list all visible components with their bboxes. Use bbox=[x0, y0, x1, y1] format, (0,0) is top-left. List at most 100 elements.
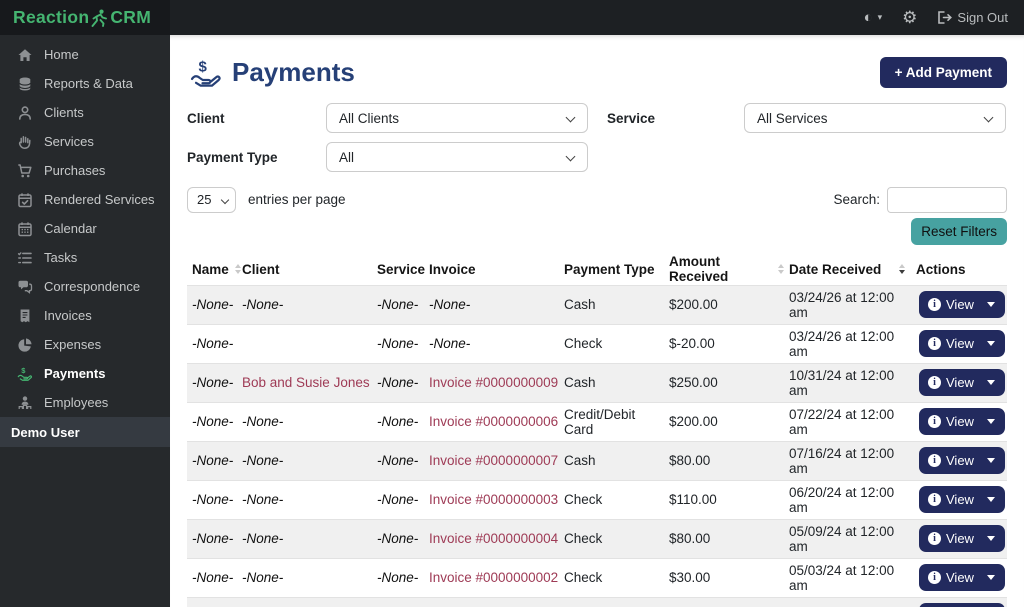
search-area: Search: bbox=[833, 186, 1007, 213]
invoice-link[interactable]: Invoice #0000000009 bbox=[429, 375, 558, 390]
chevron-down-icon bbox=[565, 112, 576, 123]
sidebar-item-purchases[interactable]: Purchases bbox=[0, 156, 170, 185]
cell-amount: $250.00 bbox=[669, 375, 718, 390]
sidebar-item-services[interactable]: Services bbox=[0, 127, 170, 156]
cell-name: -None- bbox=[192, 531, 234, 546]
hand-dollar-icon: $ bbox=[190, 58, 223, 88]
cell-invoice: Invoice #0000000004 bbox=[424, 519, 559, 558]
cell-date: 06/20/24 at 12:00 am bbox=[789, 484, 895, 515]
sidebar-nav: Home Reports & Data Clients Services Purchas… bbox=[0, 35, 170, 417]
settings-button[interactable]: ⚙ bbox=[902, 9, 917, 26]
column-header-actions: Actions bbox=[916, 261, 966, 277]
view-button[interactable]: iView bbox=[919, 291, 1005, 318]
invoice-link[interactable]: Invoice #0000000006 bbox=[429, 414, 558, 429]
column-header-amount-received[interactable]: Amount Received bbox=[664, 254, 784, 285]
sort-icon[interactable] bbox=[899, 264, 905, 275]
caret-down-icon[interactable] bbox=[986, 302, 995, 307]
cell-date: 07/22/24 at 12:00 am bbox=[789, 406, 895, 437]
client-link[interactable]: Bob and Susie Jones bbox=[242, 375, 370, 390]
column-header-date-received[interactable]: Date Received bbox=[784, 254, 911, 285]
service-select[interactable]: All Services bbox=[744, 103, 1006, 133]
invoice-link[interactable]: Invoice #0000000007 bbox=[429, 453, 558, 468]
caret-down-icon[interactable] bbox=[986, 575, 995, 580]
invoice-link[interactable]: Invoice #0000000004 bbox=[429, 531, 558, 546]
cell-name bbox=[187, 597, 237, 607]
cell-payment-type: Check bbox=[564, 531, 603, 546]
page-title-text: Payments bbox=[232, 57, 355, 87]
cell-client bbox=[237, 324, 372, 363]
sort-icon[interactable] bbox=[778, 264, 784, 275]
sidebar-item-employees[interactable]: Employees bbox=[0, 388, 170, 417]
sidebar-item-expenses[interactable]: Expenses bbox=[0, 330, 170, 359]
cell-service: -None- bbox=[377, 492, 419, 507]
cell-invoice: Invoice #0000000003 bbox=[424, 480, 559, 519]
sidebar-user[interactable]: Demo User bbox=[0, 417, 170, 447]
sidebar-item-correspondence[interactable]: Correspondence bbox=[0, 272, 170, 301]
payment-type-select[interactable]: All bbox=[326, 142, 588, 172]
sidebar-item-clients[interactable]: Clients bbox=[0, 98, 170, 127]
entries-per-page-label: entries per page bbox=[248, 192, 346, 207]
add-payment-button[interactable]: + Add Payment bbox=[879, 57, 1007, 88]
client-select[interactable]: All Clients bbox=[326, 103, 588, 133]
cell-date: 10/31/24 at 12:00 am bbox=[789, 367, 895, 398]
logo-block: Reaction CRM bbox=[0, 0, 170, 35]
theme-toggle[interactable]: ◐ ▾ bbox=[864, 10, 883, 25]
cell-date: 03/24/26 at 12:00 am bbox=[789, 328, 895, 359]
caret-down-icon[interactable] bbox=[986, 497, 995, 502]
cell-service: -None- bbox=[377, 336, 419, 351]
caret-down-icon[interactable] bbox=[986, 341, 995, 346]
table-header-row: Name Client Service Invoice Payment Type Amou… bbox=[187, 254, 1007, 285]
page-size-select[interactable]: 25 bbox=[187, 186, 236, 213]
cell-actions: iView bbox=[911, 285, 1007, 324]
cell-actions: iView bbox=[911, 597, 1007, 607]
cell-actions: iView bbox=[911, 441, 1007, 480]
caret-down-icon[interactable] bbox=[986, 380, 995, 385]
hand-dollar-icon: $ bbox=[17, 366, 33, 382]
cell-client bbox=[237, 597, 372, 607]
cell-date: 03/24/26 at 12:00 am bbox=[789, 289, 895, 320]
cell-name: -None- bbox=[192, 336, 234, 351]
sidebar-item-calendar[interactable]: Calendar bbox=[0, 214, 170, 243]
cell-amount: $200.00 bbox=[669, 297, 718, 312]
cell-client: -None- bbox=[242, 414, 284, 429]
cell-name: -None- bbox=[192, 414, 234, 429]
service-select-value: All Services bbox=[757, 110, 828, 126]
cell-amount: $-20.00 bbox=[669, 336, 715, 351]
sign-out-button[interactable]: Sign Out bbox=[937, 10, 1008, 25]
reset-filters-button[interactable]: Reset Filters bbox=[911, 218, 1007, 245]
cell-service: -None- bbox=[377, 414, 419, 429]
column-header-name[interactable]: Name bbox=[187, 254, 241, 285]
cell-actions: iView bbox=[911, 324, 1007, 363]
cell-name: -None- bbox=[192, 492, 234, 507]
view-button[interactable]: iView bbox=[919, 330, 1005, 357]
app-logo[interactable]: Reaction CRM bbox=[13, 7, 151, 28]
sidebar-item-rendered-services[interactable]: Rendered Services bbox=[0, 185, 170, 214]
caret-down-icon[interactable] bbox=[986, 536, 995, 541]
view-button[interactable]: iView bbox=[919, 564, 1005, 591]
cell-amount: $80.00 bbox=[669, 531, 711, 546]
view-button[interactable]: iView bbox=[919, 369, 1005, 396]
view-button[interactable]: iView bbox=[919, 603, 1005, 607]
caret-down-icon[interactable] bbox=[986, 458, 995, 463]
cell-actions: iView bbox=[911, 480, 1007, 519]
client-filter-label: Client bbox=[187, 110, 225, 126]
sidebar: Home Reports & Data Clients Services Purchas… bbox=[0, 35, 170, 607]
sidebar-item-tasks[interactable]: Tasks bbox=[0, 243, 170, 272]
caret-down-icon[interactable] bbox=[986, 419, 995, 424]
table-row: -None- -None- -None- Invoice #0000000002 Che… bbox=[187, 558, 1007, 597]
view-button[interactable]: iView bbox=[919, 408, 1005, 435]
sidebar-item-invoices[interactable]: Invoices bbox=[0, 301, 170, 330]
invoice-link[interactable]: Invoice #0000000003 bbox=[429, 492, 558, 507]
invoice-link[interactable]: Invoice #0000000002 bbox=[429, 570, 558, 585]
sidebar-item-home[interactable]: Home bbox=[0, 40, 170, 69]
search-input[interactable] bbox=[887, 186, 1007, 213]
cell-invoice: -None- bbox=[429, 297, 471, 312]
cell-client: -None- bbox=[242, 570, 284, 585]
view-button[interactable]: iView bbox=[919, 447, 1005, 474]
view-button[interactable]: iView bbox=[919, 525, 1005, 552]
payment-type-filter-label: Payment Type bbox=[187, 149, 278, 165]
view-button[interactable]: iView bbox=[919, 486, 1005, 513]
sort-icon[interactable] bbox=[234, 264, 241, 275]
sidebar-item-payments[interactable]: $ Payments bbox=[0, 359, 170, 388]
sidebar-item-reports-data[interactable]: Reports & Data bbox=[0, 69, 170, 98]
